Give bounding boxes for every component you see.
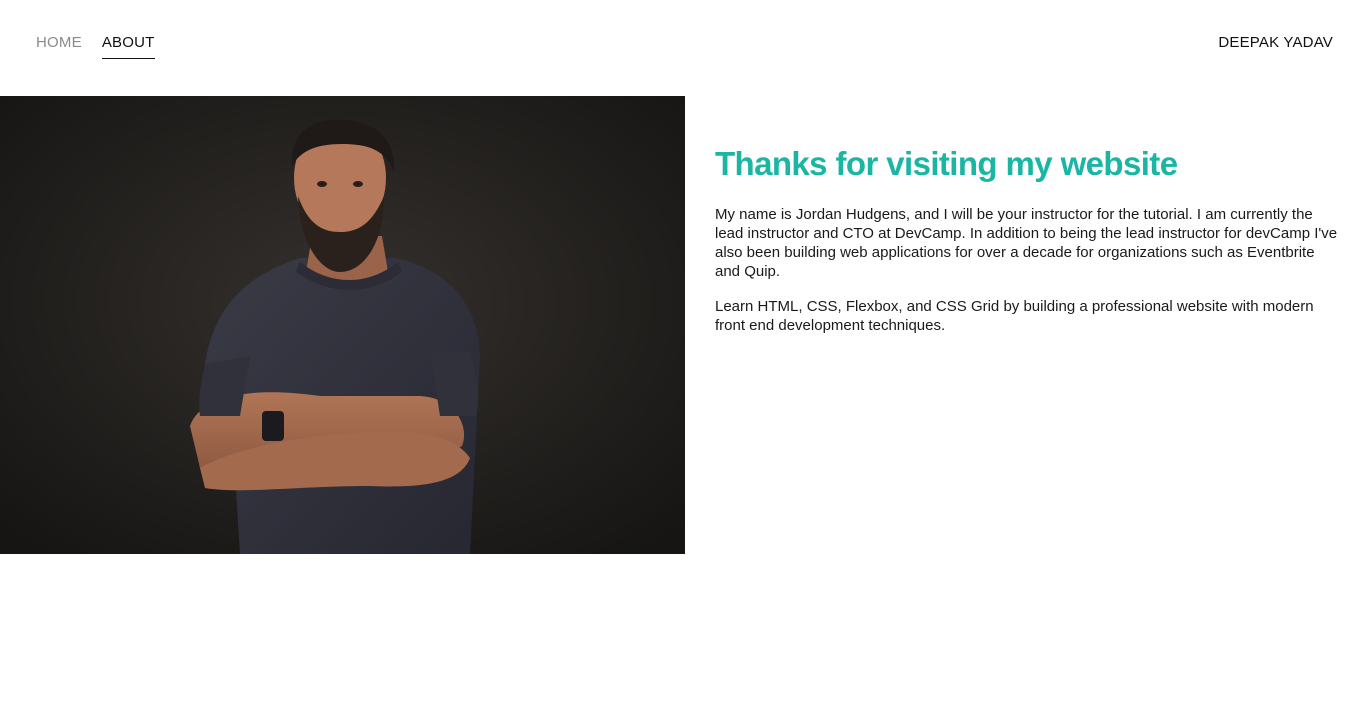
course-paragraph: Learn HTML, CSS, Flexbox, and CSS Grid b… [715, 298, 1314, 334]
portrait-photo [0, 96, 685, 554]
about-page: HOME ABOUT DEEPAK YADAV Thanks for visit… [0, 0, 1362, 708]
bio-paragraph: My name is Jordan Hudgens, and I will be… [715, 206, 1338, 280]
site-brand[interactable]: DEEPAK YADAV [1218, 33, 1333, 53]
page-heading: Thanks for visiting my website [715, 145, 1178, 182]
nav-link-about[interactable]: ABOUT [101, 33, 155, 59]
main-nav: HOME ABOUT [36, 33, 155, 59]
about-content: Thanks for visiting my website My name i… [715, 140, 1340, 335]
site-header: HOME ABOUT DEEPAK YADAV [0, 0, 1362, 96]
portrait-illustration [0, 96, 685, 554]
nav-link-home[interactable]: HOME [36, 33, 82, 59]
